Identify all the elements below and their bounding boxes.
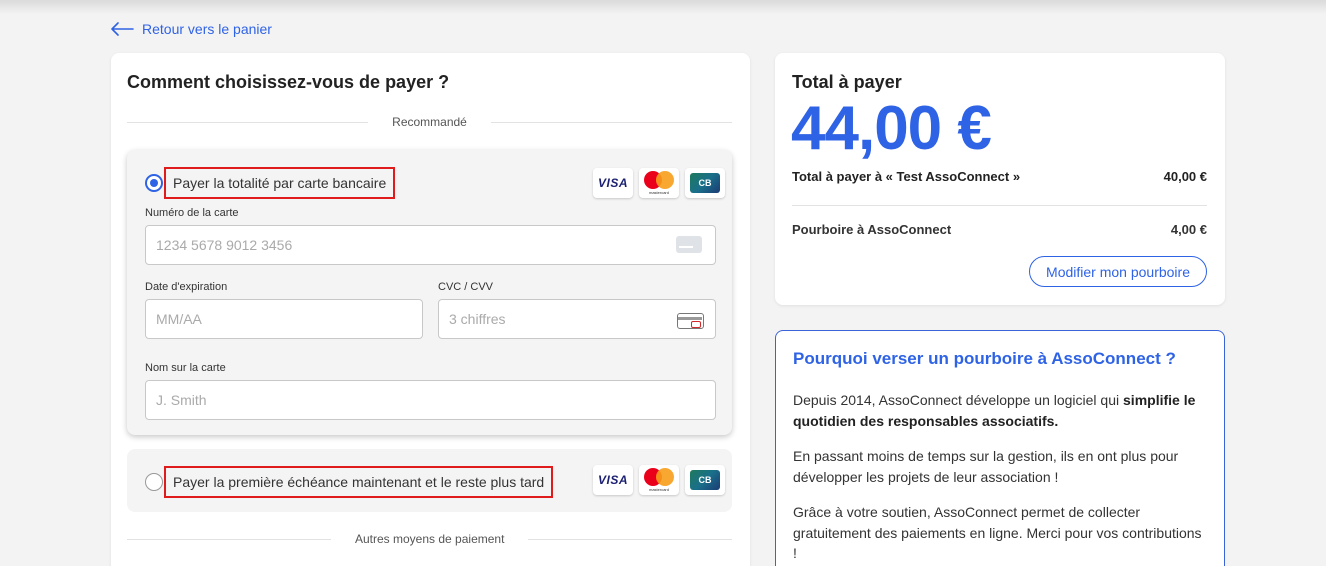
radio-installments[interactable] (145, 473, 163, 491)
visa-logo-text: VISA (597, 473, 628, 487)
cb-logo: CB (685, 465, 725, 495)
divider-line (127, 538, 331, 540)
summary-row-tip: Pourboire à AssoConnect 4,00 € (792, 222, 1207, 237)
divider-line (528, 538, 732, 540)
tip-info-text: Depuis 2014, AssoConnect développe un lo… (793, 392, 1124, 408)
order-summary-card: Total à payer 44,00 € Total à payer à « … (775, 53, 1225, 305)
cvc-card-icon (677, 313, 704, 329)
payment-method-card: Comment choisissez-vous de payer ? Recom… (111, 53, 750, 566)
cardholder-name-input[interactable] (145, 380, 716, 420)
back-to-cart-link[interactable]: Retour vers le panier (110, 19, 272, 39)
card-number-label: Numéro de la carte (145, 207, 239, 219)
card-number-input[interactable] (145, 225, 716, 265)
expiry-label: Date d'expiration (145, 281, 228, 293)
mastercard-logo-text: mastercard (648, 190, 669, 195)
divider-line (490, 121, 733, 123)
other-methods-label: Autres moyens de paiement (355, 532, 505, 546)
divider-line (127, 121, 369, 123)
visa-logo: VISA (593, 168, 633, 198)
cb-logo-text: CB (690, 173, 720, 193)
tip-info-paragraph: Grâce à votre soutien, AssoConnect perme… (793, 504, 1202, 561)
modify-tip-button[interactable]: Modifier mon pourboire (1029, 256, 1207, 287)
summary-row-value: 4,00 € (1170, 222, 1207, 237)
top-shadow (0, 0, 1326, 14)
radio-full-payment[interactable] (145, 174, 163, 192)
credit-card-icon (676, 236, 702, 253)
total-amount: 44,00 € (791, 94, 992, 163)
summary-divider (792, 205, 1207, 206)
expiry-input[interactable] (145, 299, 423, 339)
summary-row-value: 40,00 € (1163, 169, 1207, 184)
card-brands: VISA mastercard CB (593, 465, 725, 495)
back-link-label: Retour vers le panier (142, 21, 272, 37)
tip-info-paragraph: En passant moins de temps sur la gestion… (793, 448, 1179, 485)
summary-row-label: Pourboire à AssoConnect (792, 222, 952, 237)
mastercard-logo: mastercard (639, 168, 679, 198)
total-title: Total à payer (792, 72, 902, 92)
cvc-label: CVC / CVV (438, 281, 494, 293)
payment-method-title: Comment choisissez-vous de payer ? (127, 72, 450, 92)
cb-logo-text: CB (690, 470, 720, 490)
recommended-divider: Recommandé (127, 113, 733, 131)
cardholder-name-label: Nom sur la carte (145, 362, 226, 374)
visa-logo: VISA (593, 465, 633, 495)
visa-logo-text: VISA (597, 176, 628, 190)
option-full-payment-label[interactable]: Payer la totalité par carte bancaire (164, 167, 396, 199)
mastercard-logo-text: mastercard (648, 487, 669, 492)
summary-row-label: Total à payer à « Test AssoConnect » (792, 169, 1021, 184)
tip-info-paragraph: Depuis 2014, AssoConnect développe un lo… (793, 390, 1203, 431)
card-brands: VISA mastercard CB (593, 168, 725, 198)
option-installments[interactable]: Payer la première échéance maintenant et… (127, 449, 732, 512)
option-full-payment[interactable]: Payer la totalité par carte bancaire VIS… (127, 150, 732, 435)
option-installments-label[interactable]: Payer la première échéance maintenant et… (164, 466, 554, 498)
arrow-left-icon (111, 22, 134, 36)
recommended-label: Recommandé (392, 115, 467, 129)
tip-info-title: Pourquoi verser un pourboire à AssoConne… (793, 349, 1176, 368)
summary-row-association: Total à payer à « Test AssoConnect » 40,… (792, 169, 1207, 184)
cb-logo: CB (685, 168, 725, 198)
cvc-input[interactable] (438, 299, 716, 339)
mastercard-logo: mastercard (639, 465, 679, 495)
tip-info-card: Pourquoi verser un pourboire à AssoConne… (775, 330, 1225, 566)
other-methods-divider: Autres moyens de paiement (127, 530, 732, 548)
